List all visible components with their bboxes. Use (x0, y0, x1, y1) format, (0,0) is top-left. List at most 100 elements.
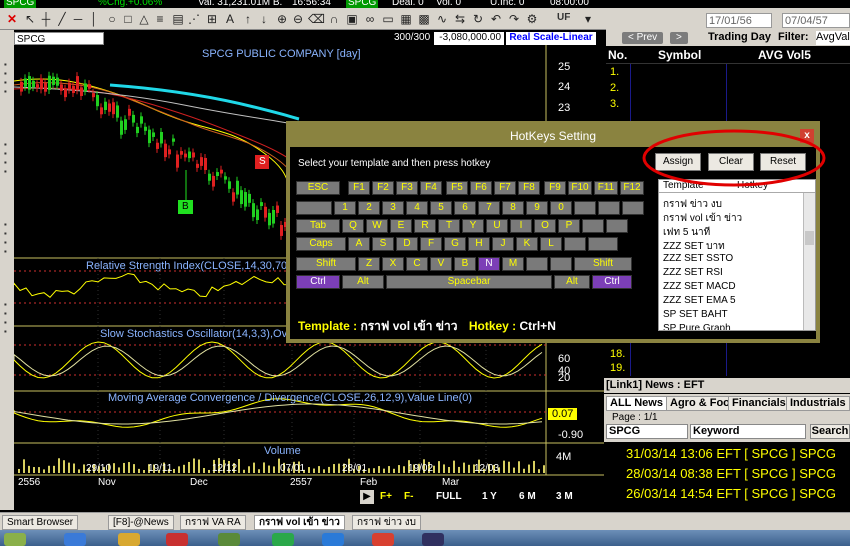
close-icon[interactable]: ✕ (4, 11, 20, 27)
tab-news[interactable]: [F8]-@News (108, 515, 174, 530)
key-spacebar[interactable]: Spacebar (386, 275, 552, 289)
settings-icon[interactable]: ⚙ (524, 11, 540, 27)
template-scrollbar[interactable] (803, 193, 815, 330)
key-comma[interactable]: , (526, 257, 548, 271)
key-s[interactable]: S (372, 237, 394, 251)
key-f8[interactable]: F8 (518, 181, 540, 195)
app-taskbar-icon[interactable] (272, 533, 294, 546)
zoom-out-icon[interactable]: ⊖ (290, 11, 306, 27)
template-list[interactable]: Template Hotkey กราฟ ข่าว งบ กราฟ vol เข… (658, 179, 816, 331)
undo-icon[interactable]: ↶ (488, 11, 504, 27)
key-1[interactable]: 1 (334, 201, 356, 215)
news-symbol-input[interactable]: SPCG (606, 424, 688, 439)
template-item[interactable]: SP SET BAHT (663, 309, 728, 320)
key-7[interactable]: 7 (478, 201, 500, 215)
uf-button[interactable]: UF (557, 12, 570, 23)
line-tool-icon[interactable]: ╱ (54, 11, 70, 27)
crosshair-icon[interactable]: ┼ (38, 11, 54, 27)
reset-button[interactable]: Reset (760, 153, 806, 171)
key-semicolon[interactable]: ; (564, 237, 586, 251)
triangle-tool-icon[interactable]: △ (136, 11, 152, 27)
side-tab-2[interactable]: ▪▪▪▪ (1, 140, 10, 176)
range-3m-button[interactable]: 3 M (556, 490, 573, 504)
template-item[interactable]: ZZZ SET RSI (663, 267, 723, 278)
tab-all-news[interactable]: ALL News (606, 396, 667, 411)
app-taskbar-icon[interactable] (372, 533, 394, 546)
text-tool-icon[interactable]: A (222, 11, 238, 27)
key-f3[interactable]: F3 (396, 181, 418, 195)
template-item[interactable]: SP Pure Graph (663, 323, 731, 330)
scale-mode-button[interactable]: Real Scale-Linear (506, 32, 596, 45)
key-f5[interactable]: F5 (446, 181, 468, 195)
app-taskbar-icon[interactable] (4, 533, 26, 546)
clear-button[interactable]: Clear (708, 153, 754, 171)
range-full-button[interactable]: FULL (436, 490, 462, 504)
key-y[interactable]: Y (462, 219, 484, 233)
key-f12[interactable]: F12 (620, 181, 644, 195)
side-tab-3[interactable]: ▪▪▪▪ (1, 220, 10, 256)
key-0[interactable]: 0 (550, 201, 572, 215)
key-minus[interactable]: - (574, 201, 596, 215)
fibonacci-tool-icon[interactable]: ▤ (170, 11, 186, 27)
key-f2[interactable]: F2 (372, 181, 394, 195)
news-search-button[interactable]: Search (810, 424, 850, 439)
zoom-in-icon[interactable]: ⊕ (274, 11, 290, 27)
next-button[interactable]: > (670, 32, 688, 44)
horizontal-line-icon[interactable]: ─ (70, 11, 86, 27)
range-1y-button[interactable]: 1 Y (482, 490, 497, 504)
prev-button[interactable]: < Prev (622, 32, 664, 44)
key-v[interactable]: V (430, 257, 452, 271)
lock-icon[interactable]: ▣ (344, 11, 360, 27)
key-backspace[interactable]: ⌫ (622, 201, 644, 215)
close-icon[interactable]: x (800, 129, 814, 143)
refresh-icon[interactable]: ↻ (470, 11, 486, 27)
arrow-icon[interactable]: ↖ (22, 11, 38, 27)
key-b[interactable]: B (454, 257, 476, 271)
list-item[interactable]: 26/03/14 14:54 EFT [ SPCG ] SPCG (626, 486, 836, 501)
grid-icon[interactable]: ▩ (416, 11, 432, 27)
key-period[interactable]: . (550, 257, 572, 271)
rectangle-tool-icon[interactable]: □ (120, 11, 136, 27)
key-2[interactable]: 2 (358, 201, 380, 215)
fan-tool-icon[interactable]: ⋰ (186, 11, 202, 27)
list-item[interactable]: 31/03/14 13:06 EFT [ SPCG ] SPCG (626, 446, 836, 461)
key-tab[interactable]: Tab (296, 219, 340, 233)
tab-news-fin[interactable]: กราฟ ข่าว งบ (352, 515, 421, 530)
key-enter[interactable]: ↵ (588, 237, 618, 251)
compare-icon[interactable]: ⇆ (452, 11, 468, 27)
key-f6[interactable]: F6 (470, 181, 492, 195)
key-d[interactable]: D (396, 237, 418, 251)
key-f9[interactable]: F9 (544, 181, 566, 195)
key-a[interactable]: A (348, 237, 370, 251)
gann-tool-icon[interactable]: ⊞ (204, 11, 220, 27)
chart-symbol-input[interactable]: SPCG (14, 32, 104, 45)
key-bracket-left[interactable]: [ (582, 219, 604, 233)
magnet-icon[interactable]: ∩ (326, 11, 342, 27)
key-5[interactable]: 5 (430, 201, 452, 215)
app-taskbar-icon[interactable] (118, 533, 140, 546)
key-caps[interactable]: Caps (296, 237, 346, 251)
arrow-up-icon[interactable]: ↑ (240, 11, 256, 27)
key-f4[interactable]: F4 (420, 181, 442, 195)
template-item[interactable]: เฟท 5 นาที (663, 225, 710, 240)
range-6m-button[interactable]: 6 M (519, 490, 536, 504)
key-esc[interactable]: ESC (296, 181, 340, 195)
side-tab-4[interactable]: ▪▪▪▪ (1, 300, 10, 336)
key-8[interactable]: 8 (502, 201, 524, 215)
date-from-input[interactable]: 17/01/56 (706, 13, 772, 28)
key-4[interactable]: 4 (406, 201, 428, 215)
key-alt-left[interactable]: Alt (342, 275, 384, 289)
filter-select[interactable]: AvgVal (816, 31, 850, 45)
browser-taskbar-icon[interactable] (322, 533, 344, 546)
key-ctrl-left[interactable]: Ctrl (296, 275, 340, 289)
key-shift-right[interactable]: Shift (574, 257, 632, 271)
key-3[interactable]: 3 (382, 201, 404, 215)
key-g[interactable]: G (444, 237, 466, 251)
key-w[interactable]: W (366, 219, 388, 233)
key-t[interactable]: T (438, 219, 460, 233)
eraser-icon[interactable]: ⌫ (308, 11, 325, 27)
ellipse-tool-icon[interactable]: ○ (104, 11, 120, 27)
key-l[interactable]: L (540, 237, 562, 251)
key-f11[interactable]: F11 (594, 181, 618, 195)
zoom-out-button[interactable]: F- (404, 490, 413, 504)
